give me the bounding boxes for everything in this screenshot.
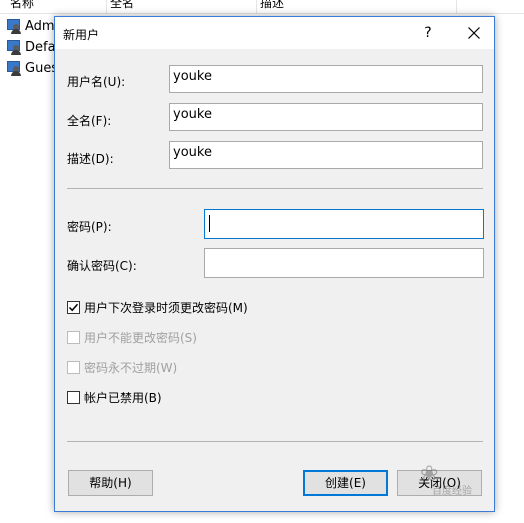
column-header-fullname[interactable]: 全名 — [104, 0, 257, 13]
user-icon — [6, 60, 22, 76]
checkbox-label: 帐户已禁用(B) — [84, 391, 162, 405]
help-icon[interactable]: ? — [413, 17, 443, 49]
description-label: 描述(D): — [67, 152, 114, 166]
checkbox-must-change-password[interactable]: 用户下次登录时须更改密码(M) — [67, 299, 248, 316]
dialog-title: 新用户 — [63, 28, 100, 42]
help-button[interactable]: 帮助(H) — [68, 470, 153, 496]
checkbox-box — [67, 361, 80, 374]
list-item-label: Adm — [25, 18, 55, 34]
fullname-field[interactable]: youke — [169, 103, 483, 131]
column-header-name[interactable]: 名称 — [4, 0, 107, 13]
list-item-user[interactable]: Gues — [6, 58, 58, 78]
confirm-password-field[interactable] — [204, 248, 484, 278]
checkmark-icon — [68, 303, 79, 312]
description-field[interactable]: youke — [169, 141, 483, 169]
password-label: 密码(P): — [67, 220, 112, 234]
list-item-label: Defa — [25, 39, 56, 55]
divider — [67, 441, 483, 442]
username-field[interactable]: youke — [169, 65, 483, 93]
username-label: 用户名(U): — [67, 75, 126, 89]
confirm-password-label: 确认密码(C): — [67, 259, 137, 273]
checkbox-cannot-change-password: 用户不能更改密码(S) — [67, 329, 197, 346]
checkbox-box[interactable] — [67, 301, 80, 314]
list-header: 名称 全名 描述 — [0, 0, 524, 14]
checkbox-account-disabled[interactable]: 帐户已禁用(B) — [67, 389, 162, 406]
checkbox-box[interactable] — [67, 391, 80, 404]
text-caret — [209, 215, 210, 232]
checkbox-label: 密码永不过期(W) — [84, 361, 178, 375]
column-header-description[interactable]: 描述 — [254, 0, 457, 13]
close-button[interactable] — [455, 17, 493, 49]
create-button[interactable]: 创建(E) — [303, 470, 388, 496]
list-item-user[interactable]: Adm — [6, 16, 55, 36]
password-field[interactable] — [204, 209, 484, 239]
checkbox-password-never-expires: 密码永不过期(W) — [67, 359, 177, 376]
watermark: ❀ 百度经验 — [392, 460, 500, 506]
checkbox-label: 用户不能更改密码(S) — [84, 331, 197, 345]
list-item-user[interactable]: Defa — [6, 37, 56, 57]
user-disabled-icon — [6, 39, 22, 55]
dialog-titlebar[interactable]: 新用户 ? — [55, 17, 494, 49]
close-icon — [468, 27, 480, 39]
checkbox-box — [67, 331, 80, 344]
checkbox-label: 用户下次登录时须更改密码(M) — [84, 301, 248, 315]
divider — [67, 188, 483, 189]
new-user-dialog: 新用户 ? 用户名(U): youke 全名(F): youke 描述(D): … — [54, 16, 495, 512]
user-icon — [6, 18, 22, 34]
fullname-label: 全名(F): — [67, 114, 112, 128]
watermark-text: 百度经验 — [432, 486, 472, 497]
